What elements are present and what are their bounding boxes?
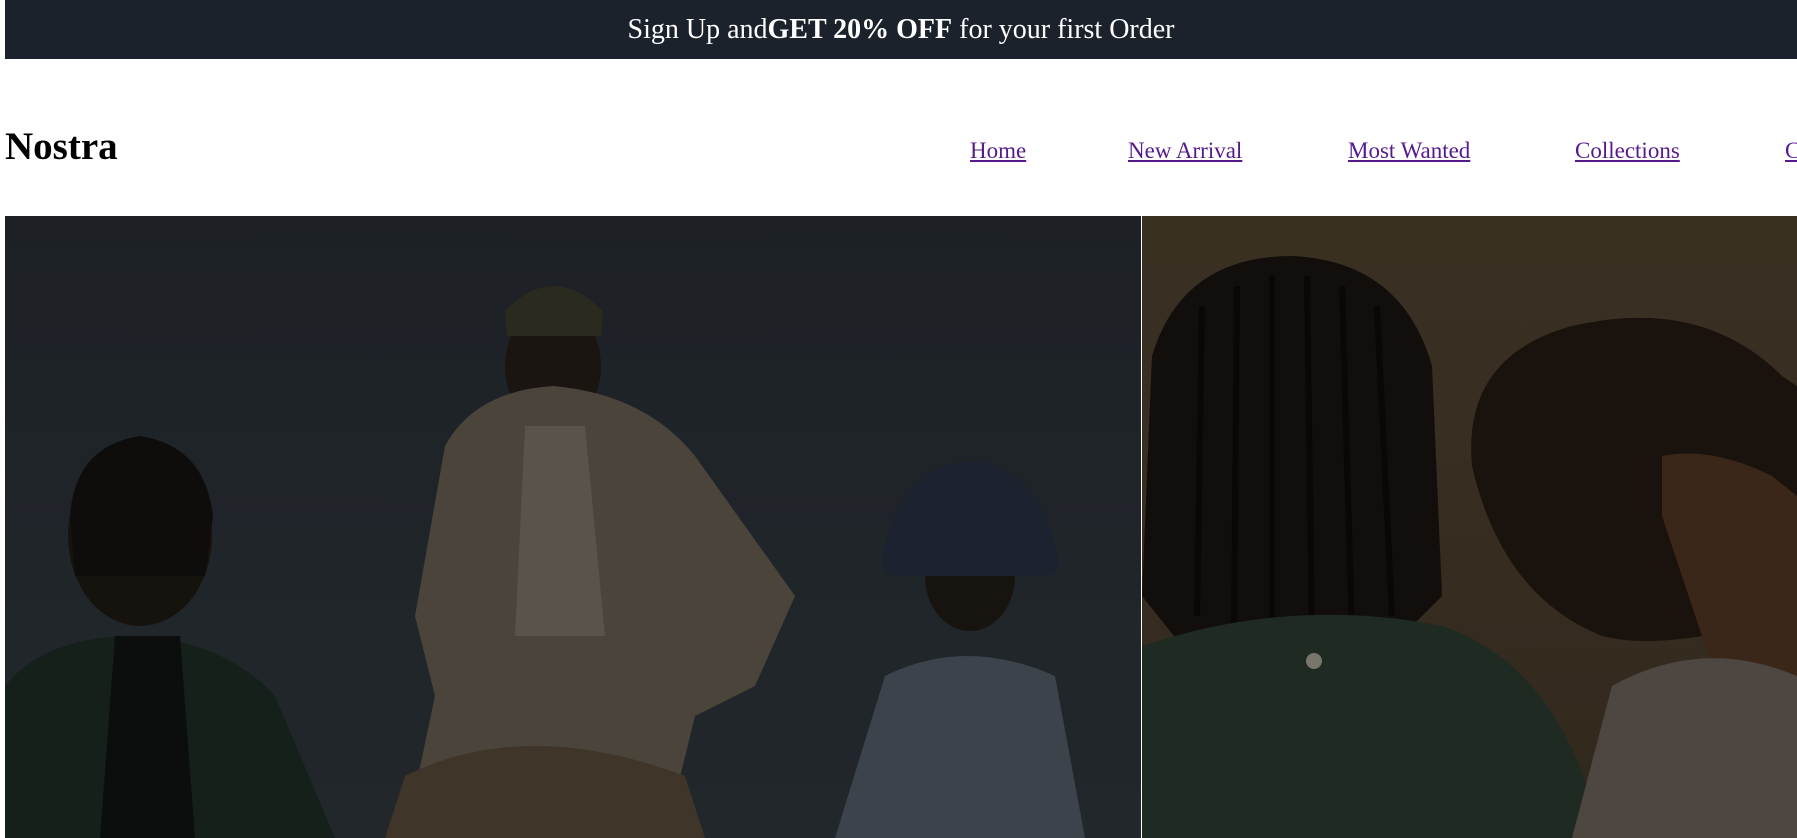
promo-text-before: Sign Up and — [627, 13, 768, 45]
site-logo[interactable]: Nostra — [5, 127, 118, 166]
hero-photo-two-models — [1142, 256, 1797, 838]
nav-link-collections[interactable]: Collections — [1575, 139, 1680, 162]
promo-text-after: for your first Order — [952, 13, 1175, 45]
site-header: Nostra Home New Arrival Most Wanted Coll… — [0, 59, 1797, 216]
nav-link-truncated[interactable]: C — [1785, 139, 1797, 162]
hero-image-two-models — [1142, 216, 1797, 838]
hero-section — [5, 216, 1797, 838]
hero-photo-three-models — [5, 286, 1085, 838]
nav-link-most-wanted[interactable]: Most Wanted — [1348, 139, 1470, 162]
promo-discount: GET 20% OFF — [767, 13, 953, 45]
nav-link-home[interactable]: Home — [970, 139, 1026, 162]
hero-image-group-models — [5, 216, 1141, 838]
nav-link-new-arrival[interactable]: New Arrival — [1128, 139, 1242, 162]
page: Sign Up and GET 20% OFF for your first Or… — [0, 0, 1797, 838]
promo-banner: Sign Up and GET 20% OFF for your first Or… — [5, 0, 1797, 59]
